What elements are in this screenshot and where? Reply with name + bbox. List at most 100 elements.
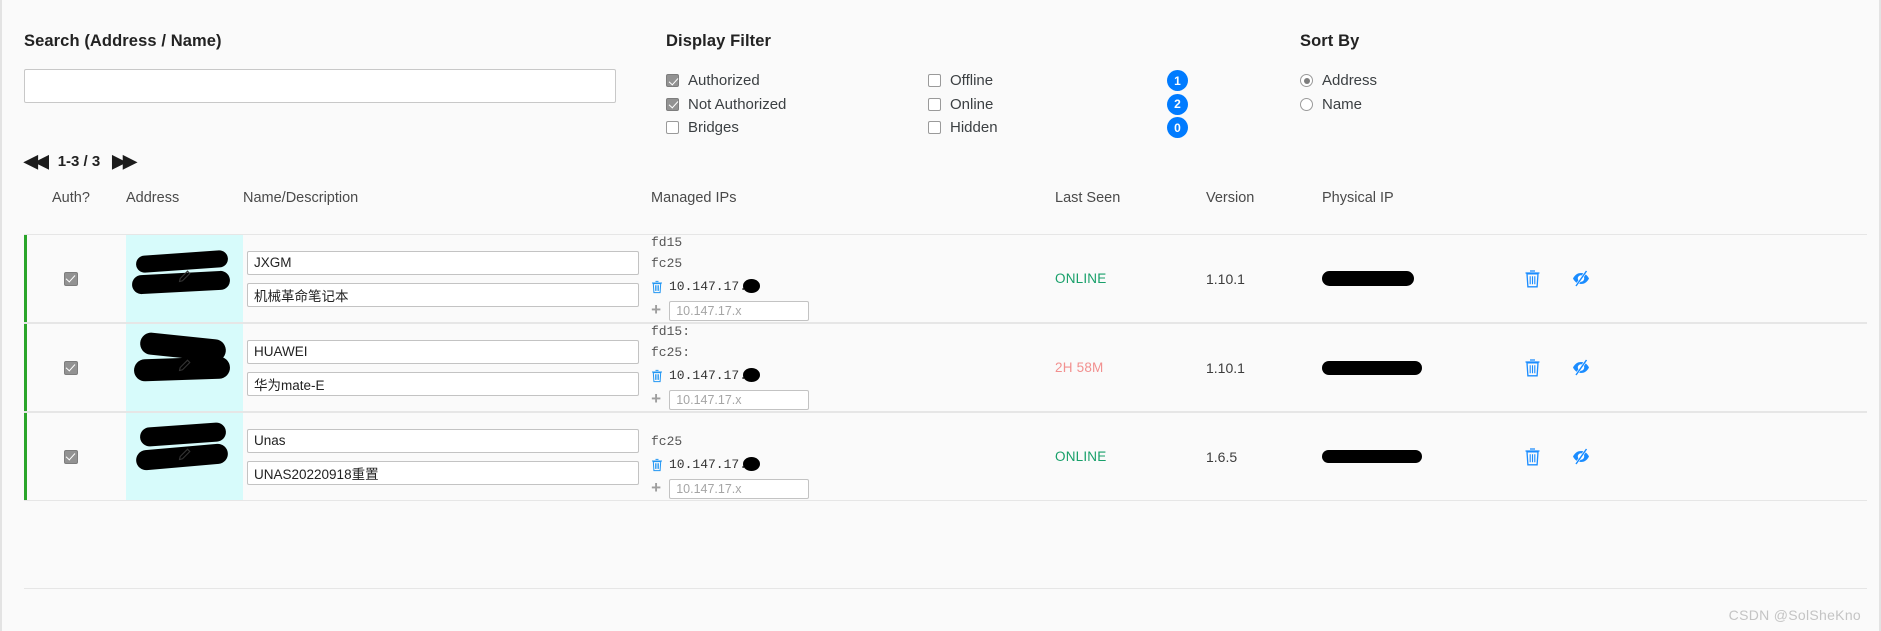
- row-managed-ips-cell: fd15: fc25: 10.147.17. + 10.147.17.x: [651, 324, 1049, 411]
- last-page-icon[interactable]: ▶▶: [112, 152, 137, 170]
- row-auth-cell: [24, 324, 126, 411]
- checkbox-authorized[interactable]: [666, 74, 679, 88]
- member-description-input[interactable]: [247, 460, 639, 485]
- search-label: Search (Address / Name): [24, 32, 222, 50]
- delete-member-icon[interactable]: [1524, 447, 1541, 466]
- delete-member-icon[interactable]: [1524, 269, 1541, 288]
- badge-online-count: 2: [1167, 93, 1188, 115]
- checkbox-hidden[interactable]: [928, 121, 941, 135]
- checkbox-online[interactable]: [928, 97, 941, 111]
- search-input[interactable]: [24, 69, 616, 103]
- filter-hidden[interactable]: Hidden 0: [928, 116, 1196, 140]
- add-ip-input[interactable]: [669, 301, 810, 321]
- members-page: Search (Address / Name) Display Filter A…: [0, 0, 1881, 631]
- row-auth-checkbox[interactable]: [63, 449, 78, 464]
- filter-not-authorized-label: Not Authorized: [688, 95, 787, 113]
- filter-online-label: Online: [950, 95, 994, 113]
- radio-sort-name[interactable]: [1300, 97, 1313, 111]
- members-table: Auth? Address Name/Description Managed I…: [24, 190, 1867, 501]
- delete-ip-icon[interactable]: [651, 369, 663, 383]
- radio-sort-address[interactable]: [1300, 74, 1313, 88]
- display-filter-section: Display Filter Authorized Not Authorized…: [644, 32, 1274, 168]
- filter-authorized-label: Authorized: [688, 72, 760, 90]
- add-ip-input[interactable]: [669, 479, 810, 499]
- edit-pencil-icon[interactable]: [176, 358, 192, 377]
- row-physical-ip-cell: [1322, 324, 1512, 411]
- filter-authorized[interactable]: Authorized: [666, 69, 928, 93]
- add-ip-input[interactable]: [669, 390, 810, 410]
- redaction-physical-ip: [1322, 360, 1422, 375]
- managed-ip-text: 10.147.17.: [669, 279, 748, 294]
- version-text: 1.10.1: [1206, 270, 1245, 287]
- search-section: Search (Address / Name): [24, 32, 644, 168]
- member-description-input[interactable]: [247, 371, 639, 396]
- row-address-cell: [126, 235, 243, 322]
- row-auth-cell: [24, 413, 126, 500]
- filter-not-authorized[interactable]: Not Authorized: [666, 93, 928, 117]
- add-ip-row: +: [651, 300, 1049, 322]
- row-name-cell: [243, 413, 651, 500]
- sort-option-name-label: Name: [1322, 95, 1363, 113]
- add-ip-icon[interactable]: +: [651, 481, 661, 498]
- ipv6-address-2: fc25: [651, 256, 683, 271]
- managed-ip-text: 10.147.17.: [669, 368, 748, 383]
- first-page-icon[interactable]: ◀◀: [24, 152, 49, 170]
- add-ip-icon[interactable]: +: [651, 392, 661, 409]
- checkbox-not-authorized[interactable]: [666, 97, 679, 111]
- add-ip-icon[interactable]: +: [651, 303, 661, 320]
- row-address-cell: [126, 324, 243, 411]
- status-badge: 2H 58M: [1055, 360, 1104, 375]
- display-filter-left-column: Authorized Not Authorized Bridges: [666, 69, 928, 140]
- row-physical-ip-cell: [1322, 235, 1512, 322]
- display-filter-title: Display Filter: [666, 32, 772, 50]
- member-name-input[interactable]: [247, 428, 639, 453]
- redaction-physical-ip: [1322, 450, 1422, 463]
- table-header-row: Auth? Address Name/Description Managed I…: [24, 190, 1867, 234]
- redaction-physical-ip: [1322, 271, 1414, 286]
- row-last-seen-cell: 2H 58M: [1049, 324, 1206, 411]
- edit-pencil-icon[interactable]: [176, 269, 192, 288]
- header-physical-ip: Physical IP: [1322, 190, 1394, 206]
- version-text: 1.10.1: [1206, 359, 1245, 376]
- add-ip-row: +: [651, 389, 1049, 411]
- hide-member-icon[interactable]: [1571, 269, 1591, 288]
- filter-online[interactable]: Online 2: [928, 93, 1196, 117]
- row-managed-ips-cell: fd15 fc25 10.147.17. + 10.147.17.x: [651, 235, 1049, 322]
- row-name-cell: [243, 235, 651, 322]
- header-managed-ips: Managed IPs: [651, 190, 737, 206]
- watermark-text: CSDN @SolSheKno: [1728, 607, 1861, 623]
- badge-hidden-count: 0: [1167, 117, 1188, 139]
- filter-bridges[interactable]: Bridges: [666, 116, 928, 140]
- filter-hidden-label: Hidden: [950, 119, 998, 137]
- sort-by-title: Sort By: [1300, 32, 1360, 50]
- sort-option-name[interactable]: Name: [1300, 93, 1857, 117]
- row-auth-cell: [24, 235, 126, 322]
- checkbox-bridges[interactable]: [666, 121, 679, 135]
- delete-ip-icon[interactable]: [651, 280, 663, 294]
- hide-member-icon[interactable]: [1571, 358, 1591, 377]
- filter-offline[interactable]: Offline 1: [928, 69, 1196, 93]
- row-managed-ips-cell: fc25 10.147.17. +: [651, 413, 1049, 500]
- row-actions-cell: [1512, 413, 1867, 500]
- ipv6-address-2: fc25: [651, 434, 683, 449]
- sort-option-address-label: Address: [1322, 72, 1378, 90]
- row-auth-checkbox[interactable]: [63, 360, 78, 375]
- hide-member-icon[interactable]: [1571, 447, 1591, 466]
- row-version-cell: 1.10.1: [1206, 324, 1322, 411]
- delete-member-icon[interactable]: [1524, 358, 1541, 377]
- delete-ip-icon[interactable]: [651, 458, 663, 472]
- row-version-cell: 1.10.1: [1206, 235, 1322, 322]
- ipv6-address-1: fd15: [651, 235, 683, 250]
- managed-ip-text: 10.147.17.: [669, 457, 748, 472]
- member-name-input[interactable]: [247, 339, 639, 364]
- member-description-input[interactable]: [247, 282, 639, 307]
- edit-pencil-icon[interactable]: [176, 447, 192, 466]
- managed-ip-row: 10.147.17.: [651, 455, 1049, 474]
- checkbox-offline[interactable]: [928, 74, 941, 88]
- sort-option-address[interactable]: Address: [1300, 69, 1857, 93]
- member-name-input[interactable]: [247, 250, 639, 275]
- row-name-cell: [243, 324, 651, 411]
- row-address-cell: [126, 413, 243, 500]
- row-auth-checkbox[interactable]: [63, 271, 78, 286]
- filter-bridges-label: Bridges: [688, 119, 739, 137]
